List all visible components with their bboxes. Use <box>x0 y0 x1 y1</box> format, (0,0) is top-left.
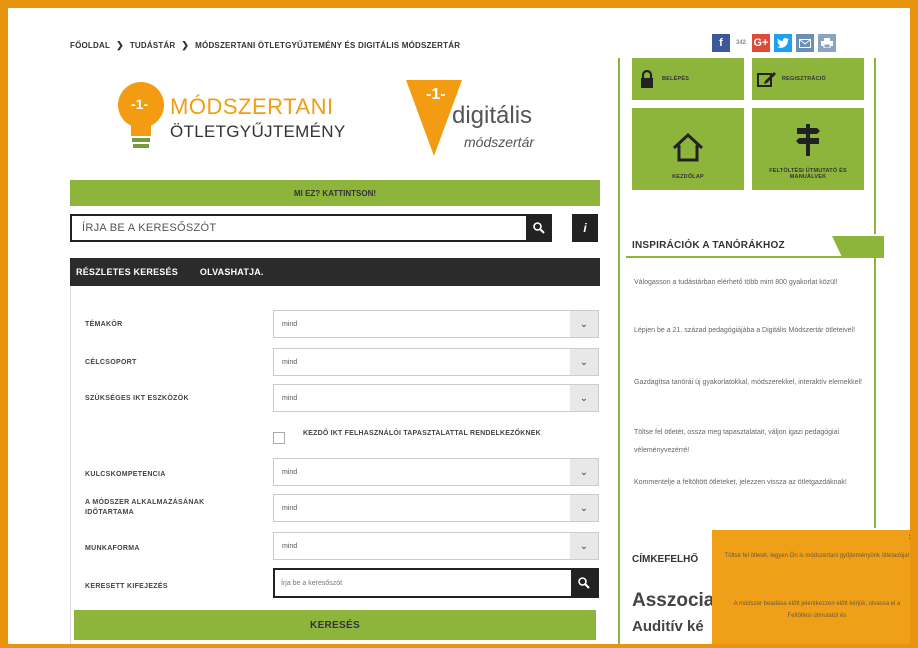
digitalis-title: digitális <box>452 102 533 129</box>
social-share-bar: f 342 G+ <box>712 34 836 52</box>
page-frame-bottom <box>0 644 918 648</box>
google-plus-icon[interactable]: G+ <box>752 34 770 52</box>
chevron-down-icon: ⌄ <box>570 349 598 375</box>
twitter-icon[interactable] <box>774 34 792 52</box>
filter-label: KERESETT KIFEJEZÉS <box>85 583 168 590</box>
advanced-search-header: RÉSZLETES KERESÉS OLVASHATJA. <box>70 258 600 286</box>
kulcskompetencia-select[interactable]: mind ⌄ <box>273 458 599 486</box>
tab-reszletes-kereses[interactable]: RÉSZLETES KERESÉS <box>76 267 178 277</box>
edit-icon <box>752 71 782 87</box>
idotartam-select[interactable]: mind ⌄ <box>273 494 599 522</box>
home-label: KEZDŐLAP <box>672 174 704 180</box>
filter-label: KULCSKOMPETENCIA <box>85 471 166 478</box>
logo-title-line1: MÓDSZERTANI <box>170 94 334 119</box>
breadcrumb: FŐOLDAL ❯ TUDÁSTÁR ❯ MÓDSZERTANI ÖTLETGY… <box>70 40 460 51</box>
sidebar-border <box>874 58 876 528</box>
info-icon[interactable]: i <box>572 214 598 242</box>
search-icon[interactable] <box>526 214 552 242</box>
munkaforma-select[interactable]: mind ⌄ <box>273 532 599 560</box>
email-icon[interactable] <box>796 34 814 52</box>
inspiration-text: Töltse fel ötletét, ossza meg tapasztala… <box>634 429 840 454</box>
main-search: ÍRJA BE A KERESŐSZÓT i <box>70 214 600 242</box>
inspiration-text: Válogasson a tudástárban elérhető több m… <box>634 279 838 286</box>
modszertani-logo[interactable]: -1- MÓDSZERTANI ÖTLETGYŰJTEMÉNY <box>118 82 345 154</box>
inspiration-text: Lépjen be a 21. század pedagógiájába a D… <box>634 327 856 334</box>
keyword-input[interactable]: Írja be a keresőszót <box>273 568 599 598</box>
tab-olvashatja[interactable]: OLVASHATJA. <box>200 267 264 277</box>
tag-link[interactable]: Asszocia <box>632 590 714 612</box>
lightbulb-icon: -1- <box>118 82 164 154</box>
chevron-down-icon: ⌄ <box>570 385 598 411</box>
inspiration-header: INSPIRÁCIÓK A TANÓRÁKHOZ <box>626 234 884 258</box>
what-is-this-button[interactable]: MI EZ? KATTINTSON! <box>70 180 600 206</box>
popup-text: A módszer beadása előtt jelentkezzen elő… <box>733 601 901 619</box>
filter-label: SZÜKSÉGES IKT ESZKÖZÖK <box>85 395 189 402</box>
filter-label: CÉLCSOPORT <box>85 359 137 366</box>
chevron-right-icon: ❯ <box>116 40 124 50</box>
home-tile[interactable]: KEZDŐLAP <box>632 108 744 190</box>
filter-label: TÉMAKÖR <box>85 321 123 328</box>
breadcrumb-home[interactable]: FŐOLDAL <box>70 41 110 50</box>
upload-guide-tile[interactable]: FELTÖLTÉSI ÚTMUTATÓ ÉS MANUÁLVEK <box>752 108 864 190</box>
header-tab-decoration <box>832 236 884 258</box>
login-label: BELÉPÉS <box>662 76 690 82</box>
chevron-right-icon: ❯ <box>181 40 190 50</box>
facebook-icon[interactable]: f <box>712 34 730 52</box>
chevron-down-icon: ⌄ <box>570 533 598 559</box>
lock-icon <box>632 70 662 88</box>
signpost-icon <box>793 122 823 158</box>
close-icon[interactable]: × <box>909 532 914 542</box>
modszertar-title: módszertár <box>464 134 535 150</box>
home-icon <box>671 132 705 164</box>
temakor-select[interactable]: mind ⌄ <box>273 310 599 338</box>
tag-link[interactable]: Auditív ké <box>632 618 704 635</box>
celcsoport-select[interactable]: mind ⌄ <box>273 348 599 376</box>
chevron-down-icon: ⌄ <box>570 459 598 485</box>
advanced-search-form: TÉMAKÖR mind ⌄ CÉLCSOPORT mind ⌄ SZÜKSÉG… <box>70 286 600 648</box>
sidebar-border <box>618 58 620 648</box>
upload-guide-label: FELTÖLTÉSI ÚTMUTATÓ ÉS MANUÁLVEK <box>769 168 847 180</box>
login-tile[interactable]: BELÉPÉS <box>632 58 744 100</box>
chevron-down-icon: ⌄ <box>570 495 598 521</box>
inspiration-text: Gazdagítsa tanórái új gyakorlatokkal, mó… <box>634 379 862 386</box>
checkbox-label: KEZDŐ IKT FELHASZNÁLÓI TAPASZTALATTAL RE… <box>303 430 541 437</box>
tag-cloud-title: CÍMKEFELHŐ <box>632 554 699 565</box>
ikt-select[interactable]: mind ⌄ <box>273 384 599 412</box>
register-label: REGISZTRÁCIÓ <box>782 76 826 82</box>
search-input[interactable]: ÍRJA BE A KERESŐSZÓT <box>70 214 552 242</box>
kezdo-checkbox[interactable] <box>273 432 285 444</box>
print-icon[interactable] <box>818 34 836 52</box>
filter-label: MUNKAFORMA <box>85 545 140 552</box>
upload-promo-popup: × Töltse fel ötletét, legyen Ön is módsz… <box>712 530 918 648</box>
filter-label: A MÓDSZER ALKALMAZÁSÁNAK IDŐTARTAMA <box>85 499 205 516</box>
chevron-down-icon: ⌄ <box>570 311 598 337</box>
breadcrumb-current: MÓDSZERTANI ÖTLETGYŰJTEMÉNY ÉS DIGITÁLIS… <box>195 41 461 50</box>
breadcrumb-tudastar[interactable]: TUDÁSTÁR <box>130 41 176 50</box>
popup-text: Töltse fel ötletét, legyen Ön is módszer… <box>724 553 910 559</box>
share-count: 342 <box>734 34 748 52</box>
logo-title-line2: ÖTLETGYŰJTEMÉNY <box>170 122 346 141</box>
search-submit-button[interactable]: KERESÉS <box>74 610 596 640</box>
search-icon[interactable] <box>571 570 597 596</box>
register-tile[interactable]: REGISZTRÁCIÓ <box>752 58 864 100</box>
inspiration-text: Kommentelje a feltöltött ötleteket, jele… <box>634 479 847 486</box>
